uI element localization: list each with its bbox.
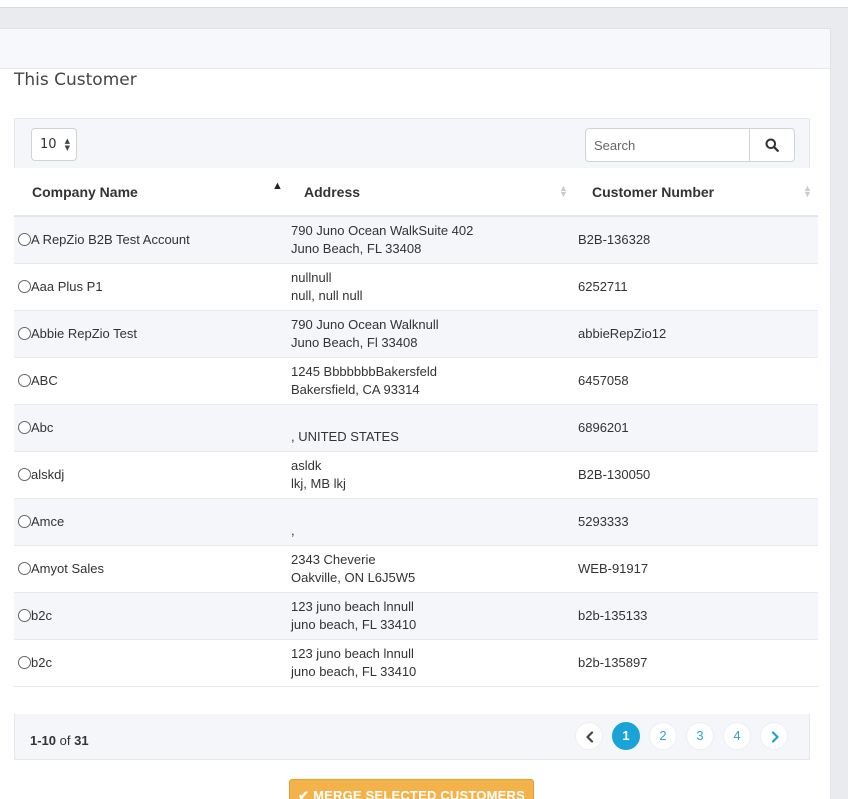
company-name: Abbie RepZio Test xyxy=(31,325,137,341)
address-line-2: Bakersfield, CA 93314 xyxy=(291,381,420,397)
address-line-1: 2343 Cheverie xyxy=(291,551,376,567)
address-line-1 xyxy=(291,504,578,522)
customer-number: B2B-136328 xyxy=(578,231,651,247)
customer-number: b2b-135897 xyxy=(578,654,648,670)
pagination-of-label: of xyxy=(59,733,71,748)
company-name: A RepZio B2B Test Account xyxy=(31,231,190,247)
address-line-2: juno beach, FL 33410 xyxy=(291,663,417,679)
company-name: Abc xyxy=(31,419,54,435)
address-line-2: Juno Beach, FL 33408 xyxy=(291,240,422,256)
row-select-radio[interactable] xyxy=(18,232,31,246)
row-select-radio[interactable] xyxy=(18,420,31,434)
search-input[interactable] xyxy=(585,128,750,162)
pagination-range: 1-10 xyxy=(30,733,57,748)
address-line-2: , xyxy=(291,522,295,538)
customer-number: abbieRepZio12 xyxy=(578,325,667,341)
customer-number: 6252711 xyxy=(578,278,628,294)
table-row[interactable]: alskdj asldk lkj, MB lkj B2B-130050 xyxy=(14,451,818,499)
company-name: Aaa Plus P1 xyxy=(31,278,103,294)
company-name: ABC xyxy=(31,372,58,388)
customer-number: B2B-130050 xyxy=(578,466,651,482)
sort-asc-icon: ▲ xyxy=(272,180,283,192)
column-header-customer-number[interactable]: Customer Number ▲ ▼ xyxy=(578,168,818,217)
page-button-3[interactable]: 3 xyxy=(686,722,714,750)
sort-both-icon: ▲ ▼ xyxy=(559,183,568,199)
address-line-2: null, null null xyxy=(291,287,363,303)
company-name: b2c xyxy=(31,607,52,623)
address-line-1: 1245 BbbbbbbBakersfeld xyxy=(291,363,438,379)
table-footer: 1-10 of 31 1 2 3 4 xyxy=(14,714,810,760)
prev-page-button[interactable] xyxy=(575,722,603,750)
table-row[interactable]: ABC 1245 BbbbbbbBakersfeld Bakersfield, C… xyxy=(14,357,818,405)
check-icon: ✔ xyxy=(298,788,310,799)
row-select-radio[interactable] xyxy=(18,655,31,669)
table-row[interactable]: b2c 123 juno beach lnnull juno beach, FL … xyxy=(14,639,818,687)
customer-number: 6896201 xyxy=(578,419,629,435)
address-line-2: juno beach, FL 33410 xyxy=(291,616,417,632)
table-row[interactable]: Abc , UNITED STATES 6896201 xyxy=(14,404,818,452)
merge-selected-customers-button[interactable]: ✔ MERGE SELECTED CUSTOMERS xyxy=(289,779,534,799)
address-line-1: asldk xyxy=(291,457,322,473)
company-name: alskdj xyxy=(31,466,65,482)
column-header-address[interactable]: Address ▲ ▼ xyxy=(291,168,578,217)
row-select-radio[interactable] xyxy=(18,561,31,575)
table-toolbar: 10 ▲ ▼ xyxy=(14,118,810,168)
customer-number: WEB-91917 xyxy=(578,560,649,576)
address-line-1: 790 Juno Ocean WalkSuite 402 xyxy=(291,222,474,238)
page-size-value: 10 xyxy=(40,137,57,152)
company-name: b2c xyxy=(31,654,52,670)
row-select-radio[interactable] xyxy=(18,608,31,622)
page-size-select[interactable]: 10 ▲ ▼ xyxy=(31,128,77,161)
search-button[interactable] xyxy=(749,128,795,162)
table-row[interactable]: Aaa Plus P1 nullnull null, null null 6252… xyxy=(14,263,818,311)
table-row[interactable]: Amyot Sales 2343 Cheverie Oakville, ON L6… xyxy=(14,545,818,593)
chevron-left-icon xyxy=(586,731,594,743)
chevron-right-icon xyxy=(771,731,779,743)
search-icon xyxy=(765,138,779,152)
pagination-info: 1-10 of 31 xyxy=(30,733,89,748)
address-line-1: 123 juno beach lnnull xyxy=(291,598,414,614)
column-header-label: Address xyxy=(304,183,361,200)
table-header-row: Company Name ▲ Address ▲ ▼ Customer Numbe… xyxy=(14,168,818,217)
customer-table: Company Name ▲ Address ▲ ▼ Customer Numbe… xyxy=(14,168,818,687)
column-header-company[interactable]: Company Name ▲ xyxy=(14,168,291,217)
next-page-button[interactable] xyxy=(760,722,788,750)
address-line-2: Oakville, ON L6J5W5 xyxy=(291,569,416,585)
table-row[interactable]: Amce , 5293333 xyxy=(14,498,818,546)
merge-button-label: MERGE SELECTED CUSTOMERS xyxy=(313,788,525,799)
search-group xyxy=(585,128,795,162)
customer-number: b2b-135133 xyxy=(578,607,648,623)
address-line-1: 790 Juno Ocean Walknull xyxy=(291,316,439,332)
column-header-label: Company Name xyxy=(32,183,138,200)
section-title: This Customer xyxy=(14,70,137,90)
page-button-1[interactable]: 1 xyxy=(612,722,640,750)
customer-number: 6457058 xyxy=(578,372,629,388)
address-line-2: Juno Beach, Fl 33408 xyxy=(291,334,418,350)
company-name: Amce xyxy=(31,513,65,529)
address-line-2: lkj, MB lkj xyxy=(291,475,346,491)
address-line-1: nullnull xyxy=(291,269,332,285)
row-select-radio[interactable] xyxy=(18,373,31,387)
table-row[interactable]: Abbie RepZio Test 790 Juno Ocean Walknul… xyxy=(14,310,818,358)
company-name: Amyot Sales xyxy=(31,560,104,576)
page-button-4[interactable]: 4 xyxy=(723,722,751,750)
row-select-radio[interactable] xyxy=(18,514,31,528)
column-header-label: Customer Number xyxy=(592,183,715,200)
card-header xyxy=(0,29,830,69)
top-strip xyxy=(0,0,848,8)
table-row[interactable]: b2c 123 juno beach lnnull juno beach, FL … xyxy=(14,592,818,640)
table-row[interactable]: A RepZio B2B Test Account 790 Juno Ocean… xyxy=(14,216,818,264)
address-line-1 xyxy=(291,410,578,428)
pagination-total: 31 xyxy=(74,733,89,748)
address-line-2: , UNITED STATES xyxy=(291,428,399,444)
page-button-2[interactable]: 2 xyxy=(649,722,677,750)
row-select-radio[interactable] xyxy=(18,279,31,293)
customer-number: 5293333 xyxy=(578,513,629,529)
row-select-radio[interactable] xyxy=(18,326,31,340)
sort-both-icon: ▲ ▼ xyxy=(803,183,812,199)
select-arrows-icon: ▲ ▼ xyxy=(64,137,70,152)
row-select-radio[interactable] xyxy=(18,467,31,481)
address-line-1: 123 juno beach lnnull xyxy=(291,645,414,661)
